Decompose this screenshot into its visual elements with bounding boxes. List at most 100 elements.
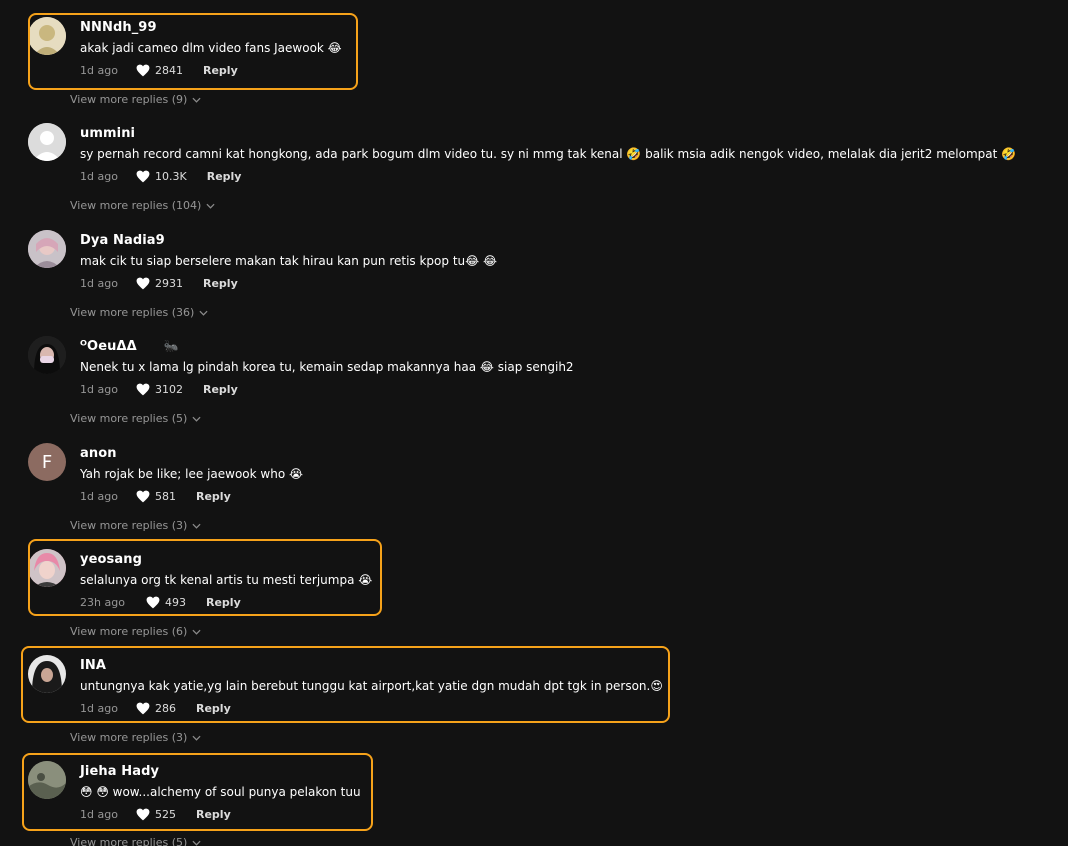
heart-icon	[136, 702, 150, 714]
comment-text: 😳 😳 wow...alchemy of soul punya pelakon …	[80, 785, 361, 799]
like-button[interactable]: 2841	[136, 64, 183, 77]
comment-username[interactable]: ᴼOeuΔΔ 🐜	[80, 339, 179, 354]
view-more-replies[interactable]: View more replies (9)	[70, 93, 201, 106]
view-more-replies[interactable]: View more replies (5)	[70, 836, 201, 846]
like-count: 2931	[155, 276, 183, 290]
view-more-label: View more replies (36)	[70, 306, 195, 319]
comment-feed: NNNdh_99 akak jadi cameo dlm video fans …	[0, 0, 1068, 846]
like-button[interactable]: 493	[146, 596, 186, 609]
avatar-image-icon	[28, 230, 66, 268]
like-count: 3102	[155, 382, 183, 396]
view-more-label: View more replies (3)	[70, 519, 188, 532]
reply-button[interactable]: Reply	[206, 596, 241, 609]
comment-meta: 1d ago 10.3K Reply	[80, 168, 241, 184]
comment-meta: 1d ago 2841 Reply	[80, 62, 238, 78]
view-more-label: View more replies (5)	[70, 412, 188, 425]
view-more-label: View more replies (5)	[70, 836, 188, 846]
reply-button[interactable]: Reply	[203, 383, 238, 396]
like-button[interactable]: 286	[136, 702, 176, 715]
like-button[interactable]: 525	[136, 808, 176, 821]
comment-username[interactable]: yeosang	[80, 552, 142, 567]
avatar-image-icon	[28, 549, 66, 587]
like-button[interactable]: 581	[136, 490, 176, 503]
avatar[interactable]	[28, 655, 66, 693]
view-more-replies[interactable]: View more replies (5)	[70, 412, 201, 425]
like-count: 286	[155, 701, 176, 715]
comment-meta: 23h ago 493 Reply	[80, 594, 241, 610]
view-more-replies[interactable]: View more replies (3)	[70, 731, 201, 744]
reply-button[interactable]: Reply	[207, 170, 242, 183]
heart-icon	[136, 383, 150, 395]
view-more-label: View more replies (3)	[70, 731, 188, 744]
like-count: 493	[165, 595, 186, 609]
avatar-image-icon	[28, 761, 66, 799]
chevron-down-icon	[199, 310, 208, 316]
like-button[interactable]: 3102	[136, 383, 183, 396]
avatar[interactable]	[28, 761, 66, 799]
chevron-down-icon	[192, 97, 201, 103]
comment-text: selalunya org tk kenal artis tu mesti te…	[80, 573, 373, 587]
heart-icon	[136, 490, 150, 502]
comment-age: 1d ago	[80, 382, 118, 396]
avatar[interactable]	[28, 336, 66, 374]
comment-username[interactable]: Jieha Hady	[80, 764, 159, 779]
like-count: 581	[155, 489, 176, 503]
comment-text: sy pernah record camni kat hongkong, ada…	[80, 147, 1017, 161]
heart-icon	[136, 170, 150, 182]
chevron-down-icon	[192, 523, 201, 529]
avatar-letter: F	[41, 451, 53, 473]
comment-username[interactable]: INA	[80, 658, 106, 673]
comment-username[interactable]: anon	[80, 446, 117, 461]
view-more-replies[interactable]: View more replies (3)	[70, 519, 201, 532]
view-more-replies[interactable]: View more replies (104)	[70, 199, 215, 212]
view-more-label: View more replies (9)	[70, 93, 188, 106]
reply-button[interactable]: Reply	[203, 277, 238, 290]
reply-button[interactable]: Reply	[196, 808, 231, 821]
comment-age: 1d ago	[80, 276, 118, 290]
comment-meta: 1d ago 286 Reply	[80, 700, 231, 716]
like-button[interactable]: 10.3K	[136, 170, 187, 183]
avatar-image-icon	[28, 336, 66, 374]
avatar[interactable]	[28, 549, 66, 587]
chevron-down-icon	[192, 416, 201, 422]
heart-icon	[136, 64, 150, 76]
avatar[interactable]	[28, 123, 66, 161]
comment-age: 1d ago	[80, 701, 118, 715]
avatar-image-icon	[28, 17, 66, 55]
chevron-down-icon	[206, 203, 215, 209]
reply-button[interactable]: Reply	[196, 702, 231, 715]
comment-text: untungnya kak yatie,yg lain berebut tung…	[80, 679, 663, 693]
comment-text: akak jadi cameo dlm video fans Jaewook 😂	[80, 41, 342, 55]
heart-icon	[136, 808, 150, 820]
view-more-replies[interactable]: View more replies (6)	[70, 625, 201, 638]
comment-username[interactable]: NNNdh_99	[80, 20, 157, 35]
comment-meta: 1d ago 581 Reply	[80, 488, 231, 504]
comment-username[interactable]: ummini	[80, 126, 135, 141]
heart-icon	[136, 277, 150, 289]
default-avatar-icon	[28, 123, 66, 161]
like-button[interactable]: 2931	[136, 277, 183, 290]
like-count: 525	[155, 807, 176, 821]
comment-username[interactable]: Dya Nadia9	[80, 233, 165, 248]
chevron-down-icon	[192, 735, 201, 741]
comment-meta: 1d ago 525 Reply	[80, 806, 231, 822]
view-more-replies[interactable]: View more replies (36)	[70, 306, 208, 319]
avatar[interactable]	[28, 230, 66, 268]
comment-text: Yah rojak be like; lee jaewook who 😭	[80, 467, 304, 481]
avatar[interactable]: F	[28, 443, 66, 481]
view-more-label: View more replies (104)	[70, 199, 202, 212]
comment-text: mak cik tu siap berselere makan tak hira…	[80, 254, 497, 268]
chevron-down-icon	[192, 840, 201, 846]
avatar[interactable]	[28, 17, 66, 55]
comment-age: 1d ago	[80, 807, 118, 821]
comment-meta: 1d ago 3102 Reply	[80, 381, 238, 397]
comment-meta: 1d ago 2931 Reply	[80, 275, 238, 291]
username-text: ᴼOeuΔΔ	[80, 339, 137, 354]
like-count: 2841	[155, 63, 183, 77]
reply-button[interactable]: Reply	[203, 64, 238, 77]
username-suffix: 🐜	[163, 339, 179, 353]
avatar-image-icon	[28, 655, 66, 693]
reply-button[interactable]: Reply	[196, 490, 231, 503]
comment-age: 1d ago	[80, 169, 118, 183]
comment-age: 23h ago	[80, 595, 125, 609]
